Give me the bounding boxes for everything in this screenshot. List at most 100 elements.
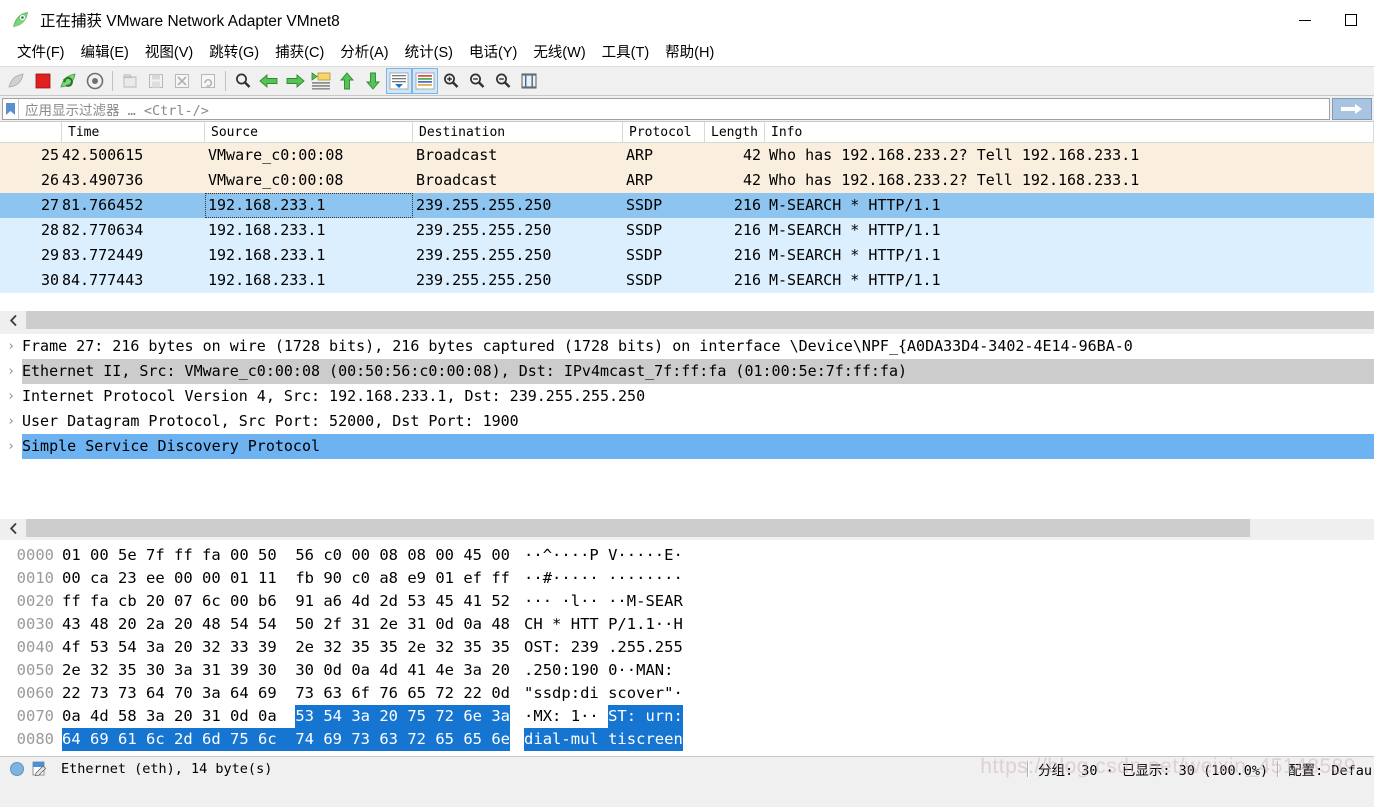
scroll-left-button[interactable] <box>0 519 26 537</box>
colorize-packets-button[interactable] <box>412 68 438 94</box>
menu-item-tools[interactable]: 工具(T) <box>594 40 658 66</box>
hex-byte[interactable]: 2e <box>407 636 435 659</box>
hex-ascii-char[interactable]: · <box>543 590 552 613</box>
hex-ascii-char[interactable]: 9 <box>589 636 608 659</box>
hex-ascii-char[interactable]: P <box>608 613 617 636</box>
hex-row[interactable]: 0050 2e 32 35 30 3a 31 39 30 30 0d 0a 4d … <box>0 659 1374 682</box>
hex-byte[interactable]: 6e <box>491 728 510 751</box>
hex-byte[interactable]: 0d <box>435 613 463 636</box>
hex-ascii-char[interactable]: E <box>664 544 673 567</box>
hex-byte[interactable]: 31 <box>202 705 230 728</box>
hex-byte[interactable]: 35 <box>118 659 146 682</box>
hex-byte[interactable]: 64 <box>146 682 174 705</box>
hex-ascii-char[interactable]: S <box>608 705 618 728</box>
hex-ascii-char[interactable]: l <box>552 728 562 751</box>
hex-byte[interactable]: 65 <box>463 728 492 751</box>
hex-ascii-char[interactable]: M <box>636 659 645 682</box>
hex-ascii-char[interactable]: · <box>655 567 664 590</box>
hex-byte[interactable]: 0a <box>463 613 491 636</box>
hex-ascii-char[interactable]: · <box>645 567 654 590</box>
hex-byte[interactable]: fa <box>202 544 230 567</box>
hex-ascii-char[interactable]: d <box>524 728 534 751</box>
hex-ascii-char[interactable]: A <box>664 590 673 613</box>
hex-byte[interactable]: 63 <box>323 682 351 705</box>
hex-ascii-char[interactable]: T <box>543 636 552 659</box>
hex-ascii-char[interactable]: H <box>533 613 542 636</box>
hex-ascii-char[interactable]: 1 <box>571 659 580 682</box>
hex-byte[interactable]: 07 <box>174 590 202 613</box>
hex-byte[interactable]: 63 <box>379 728 408 751</box>
hex-ascii-char[interactable]: : <box>673 705 683 728</box>
hex-ascii-char[interactable]: 0 <box>589 659 608 682</box>
hex-ascii-char[interactable]: 2 <box>655 636 664 659</box>
go-to-first-packet-button[interactable] <box>334 68 360 94</box>
hex-ascii-char[interactable]: · <box>673 544 682 567</box>
hex-byte[interactable]: 0a <box>351 659 379 682</box>
hex-ascii-char[interactable]: 1 <box>645 613 654 636</box>
hex-ascii-char[interactable]: · <box>608 590 617 613</box>
hex-byte[interactable]: 65 <box>435 728 464 751</box>
hex-row[interactable]: 0020 ff fa cb 20 07 6c 00 b6 91 a6 4d 2d … <box>0 590 1374 613</box>
detail-row-udp[interactable]: › User Datagram Protocol, Src Port: 5200… <box>0 409 1374 434</box>
hex-ascii-char[interactable]: · <box>655 613 664 636</box>
packet-detail-pane[interactable]: › Frame 27: 216 bytes on wire (1728 bits… <box>0 334 1374 519</box>
hex-byte[interactable]: 3a <box>491 705 510 728</box>
hex-byte[interactable]: 31 <box>202 659 230 682</box>
hex-byte[interactable]: c0 <box>323 544 351 567</box>
detail-row-ipv4[interactable]: › Internet Protocol Version 4, Src: 192.… <box>0 384 1374 409</box>
hex-ascii-char[interactable]: l <box>589 728 609 751</box>
hex-ascii-char[interactable]: r <box>645 728 655 751</box>
hex-byte[interactable]: 35 <box>463 636 491 659</box>
hex-byte[interactable]: 35 <box>379 636 407 659</box>
table-row[interactable]: 30 84.777443 192.168.233.1 239.255.255.2… <box>0 268 1374 293</box>
minimize-button[interactable] <box>1282 0 1328 40</box>
hex-ascii-char[interactable]: · <box>617 659 626 682</box>
hex-byte[interactable]: 6d <box>202 728 230 751</box>
hex-byte[interactable]: 54 <box>118 636 146 659</box>
find-packet-button[interactable] <box>230 68 256 94</box>
open-file-button[interactable] <box>117 68 143 94</box>
hex-bytes-group[interactable]: ff fa cb 20 07 6c 00 b6 91 a6 4d 2d 53 4… <box>62 590 510 613</box>
hex-ascii-char[interactable]: e <box>664 728 674 751</box>
hex-byte[interactable]: 20 <box>174 636 202 659</box>
packet-detail-hscrollbar[interactable] <box>0 519 1374 537</box>
hex-ascii-char[interactable]: · <box>627 659 636 682</box>
hex-ascii-char[interactable]: · <box>655 544 664 567</box>
hex-ascii-char[interactable]: · <box>627 544 636 567</box>
hex-byte[interactable]: 4f <box>62 636 90 659</box>
hex-ascii-char[interactable]: · <box>617 567 626 590</box>
hex-ascii-char[interactable]: s <box>543 682 552 705</box>
hex-byte[interactable]: 45 <box>463 544 491 567</box>
hex-ascii-group[interactable]: · M X: 1 · · ST: urn: <box>524 705 683 728</box>
hex-ascii-char[interactable]: · <box>673 682 682 705</box>
stop-capture-button[interactable] <box>30 68 56 94</box>
hex-ascii-char[interactable]: · <box>524 590 533 613</box>
hex-ascii-char[interactable]: d <box>552 682 561 705</box>
hex-ascii-group[interactable]: · · # · · · · · · · · · · · · · <box>524 567 683 590</box>
hex-byte[interactable]: 70 <box>174 682 202 705</box>
hex-ascii-char[interactable]: A <box>645 659 654 682</box>
hex-byte[interactable]: 00 <box>435 544 463 567</box>
resize-columns-button[interactable] <box>516 68 542 94</box>
table-row[interactable]: 28 82.770634 192.168.233.1 239.255.255.2… <box>0 218 1374 243</box>
hex-byte[interactable]: 30 <box>146 659 174 682</box>
chevron-right-icon[interactable]: › <box>0 409 22 434</box>
hex-byte[interactable]: 32 <box>323 636 351 659</box>
close-file-button[interactable] <box>169 68 195 94</box>
hex-byte[interactable]: 20 <box>491 659 510 682</box>
hex-ascii-char[interactable]: · <box>589 705 608 728</box>
hex-byte[interactable]: 4d <box>90 705 118 728</box>
menu-item-file[interactable]: 文件(F) <box>9 40 73 66</box>
hex-ascii-char[interactable]: C <box>524 613 533 636</box>
hex-ascii-char[interactable]: N <box>655 659 664 682</box>
hex-byte[interactable]: 4d <box>351 590 379 613</box>
hex-byte[interactable]: 6c <box>202 590 230 613</box>
hex-ascii-char[interactable] <box>552 590 561 613</box>
hex-ascii-char[interactable]: T <box>580 613 589 636</box>
go-to-last-packet-button[interactable] <box>360 68 386 94</box>
hex-byte[interactable]: 54 <box>230 613 258 636</box>
table-row-selected[interactable]: 27 81.766452 192.168.233.1 239.255.255.2… <box>0 193 1374 218</box>
hex-byte[interactable]: 00 <box>230 544 258 567</box>
reload-file-button[interactable] <box>195 68 221 94</box>
hex-byte[interactable]: 64 <box>230 682 258 705</box>
